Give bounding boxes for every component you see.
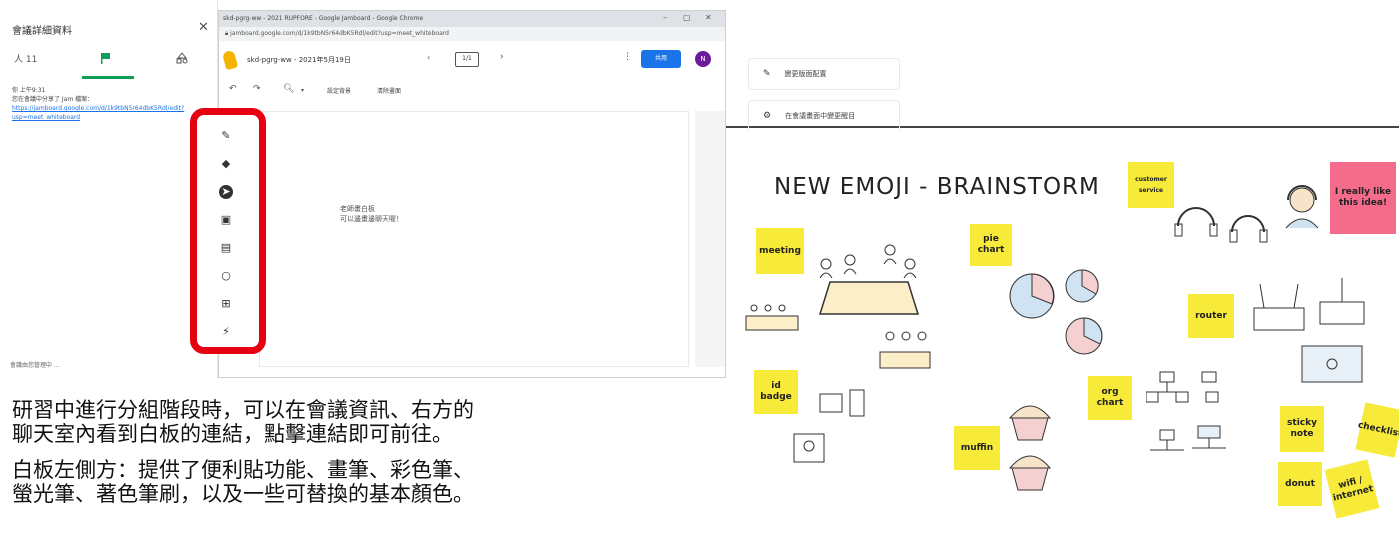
edit-icon: ✎ <box>763 69 771 79</box>
zoom-icon[interactable]: 🔍︎ <box>283 84 294 94</box>
caption-line-1: 研習中進行分組階段時，可以在會議資訊、右方的 <box>12 398 474 422</box>
group-table-drawing <box>879 331 931 369</box>
more-options-icon[interactable]: ⋮ <box>623 52 632 62</box>
router-drawing <box>1253 278 1365 383</box>
support-agent-drawing <box>1285 185 1319 229</box>
minimize-icon[interactable]: – <box>663 13 667 22</box>
chat-message: 你 上午9:31 您在會議中分享了 Jam 檔案： https://jamboa… <box>12 86 202 122</box>
shapes-icon <box>176 52 188 64</box>
share-button[interactable]: 共用 <box>641 50 681 68</box>
sticky-note-icon[interactable]: ▣ <box>219 213 233 227</box>
sticky-wifi[interactable]: wifi / internet <box>1324 459 1380 519</box>
maximize-icon[interactable]: ▢ <box>683 13 691 22</box>
canvas-note: 老師畫白板 可以邊畫邊聊天喔！ <box>340 204 403 224</box>
sticky-meeting[interactable]: meeting <box>756 228 804 274</box>
jamboard-logo <box>221 49 239 71</box>
settings-icon: ⚙︎ <box>763 111 772 121</box>
next-frame-icon[interactable]: › <box>500 52 504 62</box>
frame-counter[interactable]: 1/1 <box>455 52 479 67</box>
canvas-note-line2: 可以邊畫邊聊天喔！ <box>340 215 403 223</box>
sticky-muffin[interactable]: muffin <box>954 426 1000 470</box>
laser-icon[interactable]: ⚡︎ <box>219 325 233 339</box>
caption-text: 研習中進行分組階段時，可以在會議資訊、右方的 聊天室內看到白板的連結，點擊連結即… <box>12 398 712 518</box>
undo-icon[interactable]: ↶ <box>229 84 237 94</box>
redo-icon[interactable]: ↷ <box>253 84 261 94</box>
sticky-customer-service[interactable]: customer service <box>1128 162 1174 208</box>
whiteboard-canvas[interactable]: 老師畫白板 可以邊畫邊聊天喔！ <box>259 111 689 367</box>
window-titlebar: skd-pgrg-ww - 2021 RUPFORE - Google Jamb… <box>219 11 725 27</box>
shape-icon[interactable]: ○ <box>219 269 233 283</box>
frame-toolbar: ↶ ↷ 🔍︎ ▾ 設定背景 清除畫面 <box>219 81 725 99</box>
canvas-note-line1: 老師畫白板 <box>340 205 375 213</box>
browser-window: skd-pgrg-ww - 2021 RUPFORE - Google Jamb… <box>218 10 726 378</box>
whiteboard-title: NEW EMOJI - BRAINSTORM <box>774 174 1100 200</box>
clear-frame-button[interactable]: 清除畫面 <box>377 86 401 95</box>
org-chart-drawing <box>1146 371 1226 451</box>
avatar[interactable]: N <box>695 51 711 67</box>
brainstorm-whiteboard: NEW EMOJI - BRAINSTORM meeting pie chart… <box>726 130 1399 546</box>
document-title[interactable]: skd-pgrg-ww - 2021年5月19日 <box>247 55 351 65</box>
sticky-router[interactable]: router <box>1188 294 1234 338</box>
set-background-button[interactable]: 設定背景 <box>327 86 351 95</box>
image-icon[interactable]: ▤ <box>219 241 233 255</box>
zoom-dropdown-icon[interactable]: ▾ <box>301 87 304 94</box>
small-table-drawing <box>745 304 799 331</box>
tab-chat[interactable] <box>100 52 112 64</box>
highlight-item[interactable]: ⚙︎ 在會議畫面中變更醒目 <box>748 100 900 132</box>
panel-footer: 會議由您管理中 ... <box>10 362 60 369</box>
panel-title: 會議詳細資料 <box>12 26 72 37</box>
share-label: 共用 <box>654 55 667 62</box>
tab-activities[interactable] <box>176 52 188 67</box>
tool-rail: ✎ ◆ ➤ ▣ ▤ ○ ⊞ ⚡︎ <box>190 108 266 354</box>
caption-line-2: 聊天室內看到白板的連結，點擊連結即可前往。 <box>12 422 453 446</box>
url-text: jamboard.google.com/d/1k9tbN5r64dbK5Rdl/… <box>230 30 449 37</box>
sticky-org-chart[interactable]: org chart <box>1088 376 1132 420</box>
pie-chart-drawing <box>1009 269 1103 355</box>
close-icon[interactable]: ✕ <box>198 20 209 35</box>
side-gutter <box>695 111 725 367</box>
sticky-checklist[interactable]: checklist <box>1355 402 1399 458</box>
whiteboard-link[interactable]: https://jamboard.google.com/d/1k9tbN5r64… <box>12 104 202 122</box>
jamboard-header: skd-pgrg-ww - 2021年5月19日 ‹ 1/1 › ⋮ 共用 N <box>219 41 725 77</box>
window-title: skd-pgrg-ww - 2021 RUPFORE - Google Jamb… <box>223 15 424 22</box>
message-author: 你 上午9:31 <box>12 87 46 94</box>
right-options-panel: ✎ 變更版面配置 ⚙︎ 在會議畫面中變更醒目 <box>726 0 1399 132</box>
caption-line-4: 螢光筆、著色筆刷，以及一些可替換的基本顏色。 <box>12 482 474 506</box>
active-tab-indicator <box>82 76 134 79</box>
message-text: 您在會議中分享了 Jam 檔案： <box>12 96 94 103</box>
headset-drawing <box>1174 207 1268 243</box>
prev-frame-icon[interactable]: ‹ <box>427 53 430 62</box>
caption-paragraph-1: 研習中進行分組階段時，可以在會議資訊、右方的 聊天室內看到白板的連結，點擊連結即… <box>12 398 712 446</box>
muffin-drawing <box>1008 405 1052 491</box>
change-layout-item[interactable]: ✎ 變更版面配置 <box>748 58 900 90</box>
meeting-table-drawing <box>818 244 920 315</box>
eraser-icon[interactable]: ◆ <box>219 157 233 171</box>
sticky-sticky-note[interactable]: sticky note <box>1280 406 1324 452</box>
sticky-i-really-like[interactable]: I really like this idea! <box>1330 162 1396 234</box>
id-badge-drawing <box>793 389 865 463</box>
window-close-icon[interactable]: ✕ <box>705 13 712 22</box>
sticky-donut[interactable]: donut <box>1278 462 1322 506</box>
panel-tabs: 人 11 <box>0 52 218 79</box>
address-bar[interactable]: 🔒︎ jamboard.google.com/d/1k9tbN5r64dbK5R… <box>219 27 725 41</box>
flag-icon <box>101 53 110 64</box>
caption-line-3: 白板左側方：提供了便利貼功能、畫筆、彩色筆、 <box>12 458 474 482</box>
select-icon[interactable]: ➤ <box>219 185 233 199</box>
caption-paragraph-2: 白板左側方：提供了便利貼功能、畫筆、彩色筆、 螢光筆、著色筆刷，以及一些可替換的… <box>12 458 712 506</box>
highlight-label: 在會議畫面中變更醒目 <box>785 112 856 120</box>
tab-people[interactable]: 人 11 <box>14 52 37 65</box>
meeting-details-panel: 會議詳細資料 ✕ 人 11 你 上午9:31 您在會議中分享了 Jam 檔案： … <box>0 0 218 378</box>
change-layout-label: 變更版面配置 <box>784 70 827 78</box>
text-box-icon[interactable]: ⊞ <box>219 297 233 311</box>
sticky-pie-chart[interactable]: pie chart <box>970 224 1012 266</box>
pen-icon[interactable]: ✎ <box>219 129 233 143</box>
